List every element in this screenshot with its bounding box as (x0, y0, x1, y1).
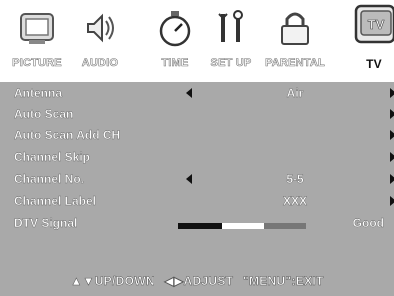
right-arrow-icon[interactable] (390, 130, 394, 140)
menu-tab-bar: PICTURE AUDIO TIME SET UP PARENTAL TV TV (0, 0, 394, 78)
tab-label: PARENTAL (265, 57, 325, 70)
tab-setup[interactable]: SET UP (202, 0, 260, 78)
row-label: Auto Scan (14, 107, 74, 121)
tab-label: SET UP (210, 57, 252, 70)
menu-row-antenna[interactable]: Antenna Air (0, 84, 394, 105)
tab-label: PICTURE (12, 57, 62, 70)
menu-row-channel-label[interactable]: Channel Label XXX (0, 192, 394, 213)
right-arrow-icon[interactable] (390, 174, 394, 184)
menu-row-dtv-signal: DTV Signal Good (0, 214, 394, 235)
tab-label: TV (366, 57, 382, 71)
tv-icon: TV (354, 4, 394, 44)
key-hints: ▲▼UP/DOWN ◀▶ADJUST "MENU":EXIT (0, 274, 394, 289)
left-arrow-icon[interactable] (186, 174, 192, 184)
tab-parental[interactable]: PARENTAL (262, 0, 328, 78)
row-label: DTV Signal (14, 216, 78, 230)
row-label: Channel Label (14, 194, 97, 208)
left-arrow-icon[interactable] (186, 88, 192, 98)
right-arrow-icon[interactable] (390, 152, 394, 162)
row-label: Auto Scan Add CH (14, 128, 121, 142)
channel-no-value: 5-5 (286, 172, 304, 186)
signal-segment (264, 223, 306, 229)
row-label: Antenna (14, 86, 62, 100)
tv-settings-panel: Antenna Air Auto Scan Auto Scan Add CH C… (0, 82, 394, 296)
signal-segment (178, 223, 222, 229)
padlock-icon (281, 12, 309, 45)
menu-row-channel-skip[interactable]: Channel Skip (0, 148, 394, 169)
setup-tools-icon (218, 10, 243, 42)
timer-icon (159, 11, 191, 47)
tab-label: AUDIO (81, 57, 119, 70)
signal-quality-value: Good (352, 216, 384, 230)
row-label: Channel No. (14, 172, 85, 186)
menu-row-channel-no[interactable]: Channel No. 5-5 (0, 170, 394, 191)
hint-updown: ▲▼UP/DOWN (70, 274, 155, 289)
right-arrow-icon[interactable] (390, 109, 394, 119)
picture-icon (20, 13, 54, 44)
tab-label: TIME (161, 57, 189, 70)
channel-label-value: XXX (282, 194, 307, 208)
antenna-value: Air (286, 86, 304, 100)
menu-row-auto-scan[interactable]: Auto Scan (0, 105, 394, 126)
menu-row-auto-scan-add-ch[interactable]: Auto Scan Add CH (0, 126, 394, 147)
row-label: Channel Skip (14, 150, 91, 164)
signal-strength-meter (178, 223, 306, 229)
audio-icon (87, 13, 114, 43)
tab-tv[interactable]: TV TV (354, 0, 394, 78)
hint-adjust: ◀▶ADJUST (164, 274, 234, 289)
tab-picture[interactable]: PICTURE (6, 0, 68, 78)
right-arrow-icon[interactable] (390, 196, 394, 206)
hint-exit: "MENU":EXIT (242, 274, 324, 289)
signal-segment (222, 223, 264, 229)
right-arrow-icon[interactable] (390, 88, 394, 98)
tab-time[interactable]: TIME (148, 0, 202, 78)
svg-text:TV: TV (368, 17, 385, 32)
tab-audio[interactable]: AUDIO (70, 0, 130, 78)
